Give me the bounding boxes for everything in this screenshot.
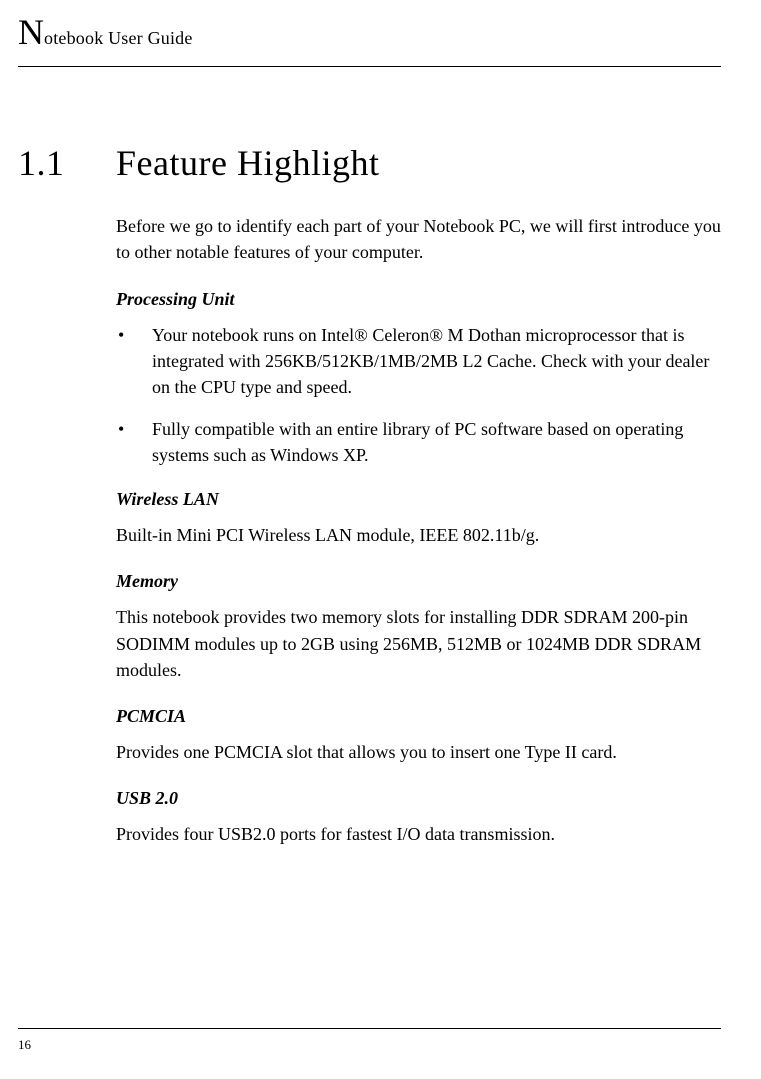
wireless-lan-text: Built-in Mini PCI Wireless LAN module, I… xyxy=(116,522,721,548)
subhead-processing-unit: Processing Unit xyxy=(116,286,721,312)
content-body: 1.1Feature Highlight Before we go to ide… xyxy=(116,137,721,847)
section-title-text: Feature Highlight xyxy=(116,143,379,183)
page-number: 16 xyxy=(18,1036,31,1055)
section-heading: 1.1Feature Highlight xyxy=(18,137,721,189)
section-number: 1.1 xyxy=(18,137,116,189)
subhead-pcmcia: PCMCIA xyxy=(116,703,721,729)
header-title-rest: otebook User Guide xyxy=(44,28,193,48)
header-dropcap: N xyxy=(18,12,44,52)
list-item: Your notebook runs on Intel® Celeron® M … xyxy=(116,322,721,400)
list-item: Fully compatible with an entire library … xyxy=(116,416,721,468)
memory-text: This notebook provides two memory slots … xyxy=(116,604,721,682)
subhead-memory: Memory xyxy=(116,568,721,594)
page: Notebook User Guide 1.1Feature Highlight… xyxy=(0,0,761,1079)
processing-unit-list: Your notebook runs on Intel® Celeron® M … xyxy=(116,322,721,468)
intro-paragraph: Before we go to identify each part of yo… xyxy=(116,213,721,265)
pcmcia-text: Provides one PCMCIA slot that allows you… xyxy=(116,739,721,765)
usb-text: Provides four USB2.0 ports for fastest I… xyxy=(116,821,721,847)
footer-rule xyxy=(18,1028,721,1029)
subhead-usb: USB 2.0 xyxy=(116,785,721,811)
subhead-wireless-lan: Wireless LAN xyxy=(116,486,721,512)
running-header: Notebook User Guide xyxy=(18,0,721,67)
